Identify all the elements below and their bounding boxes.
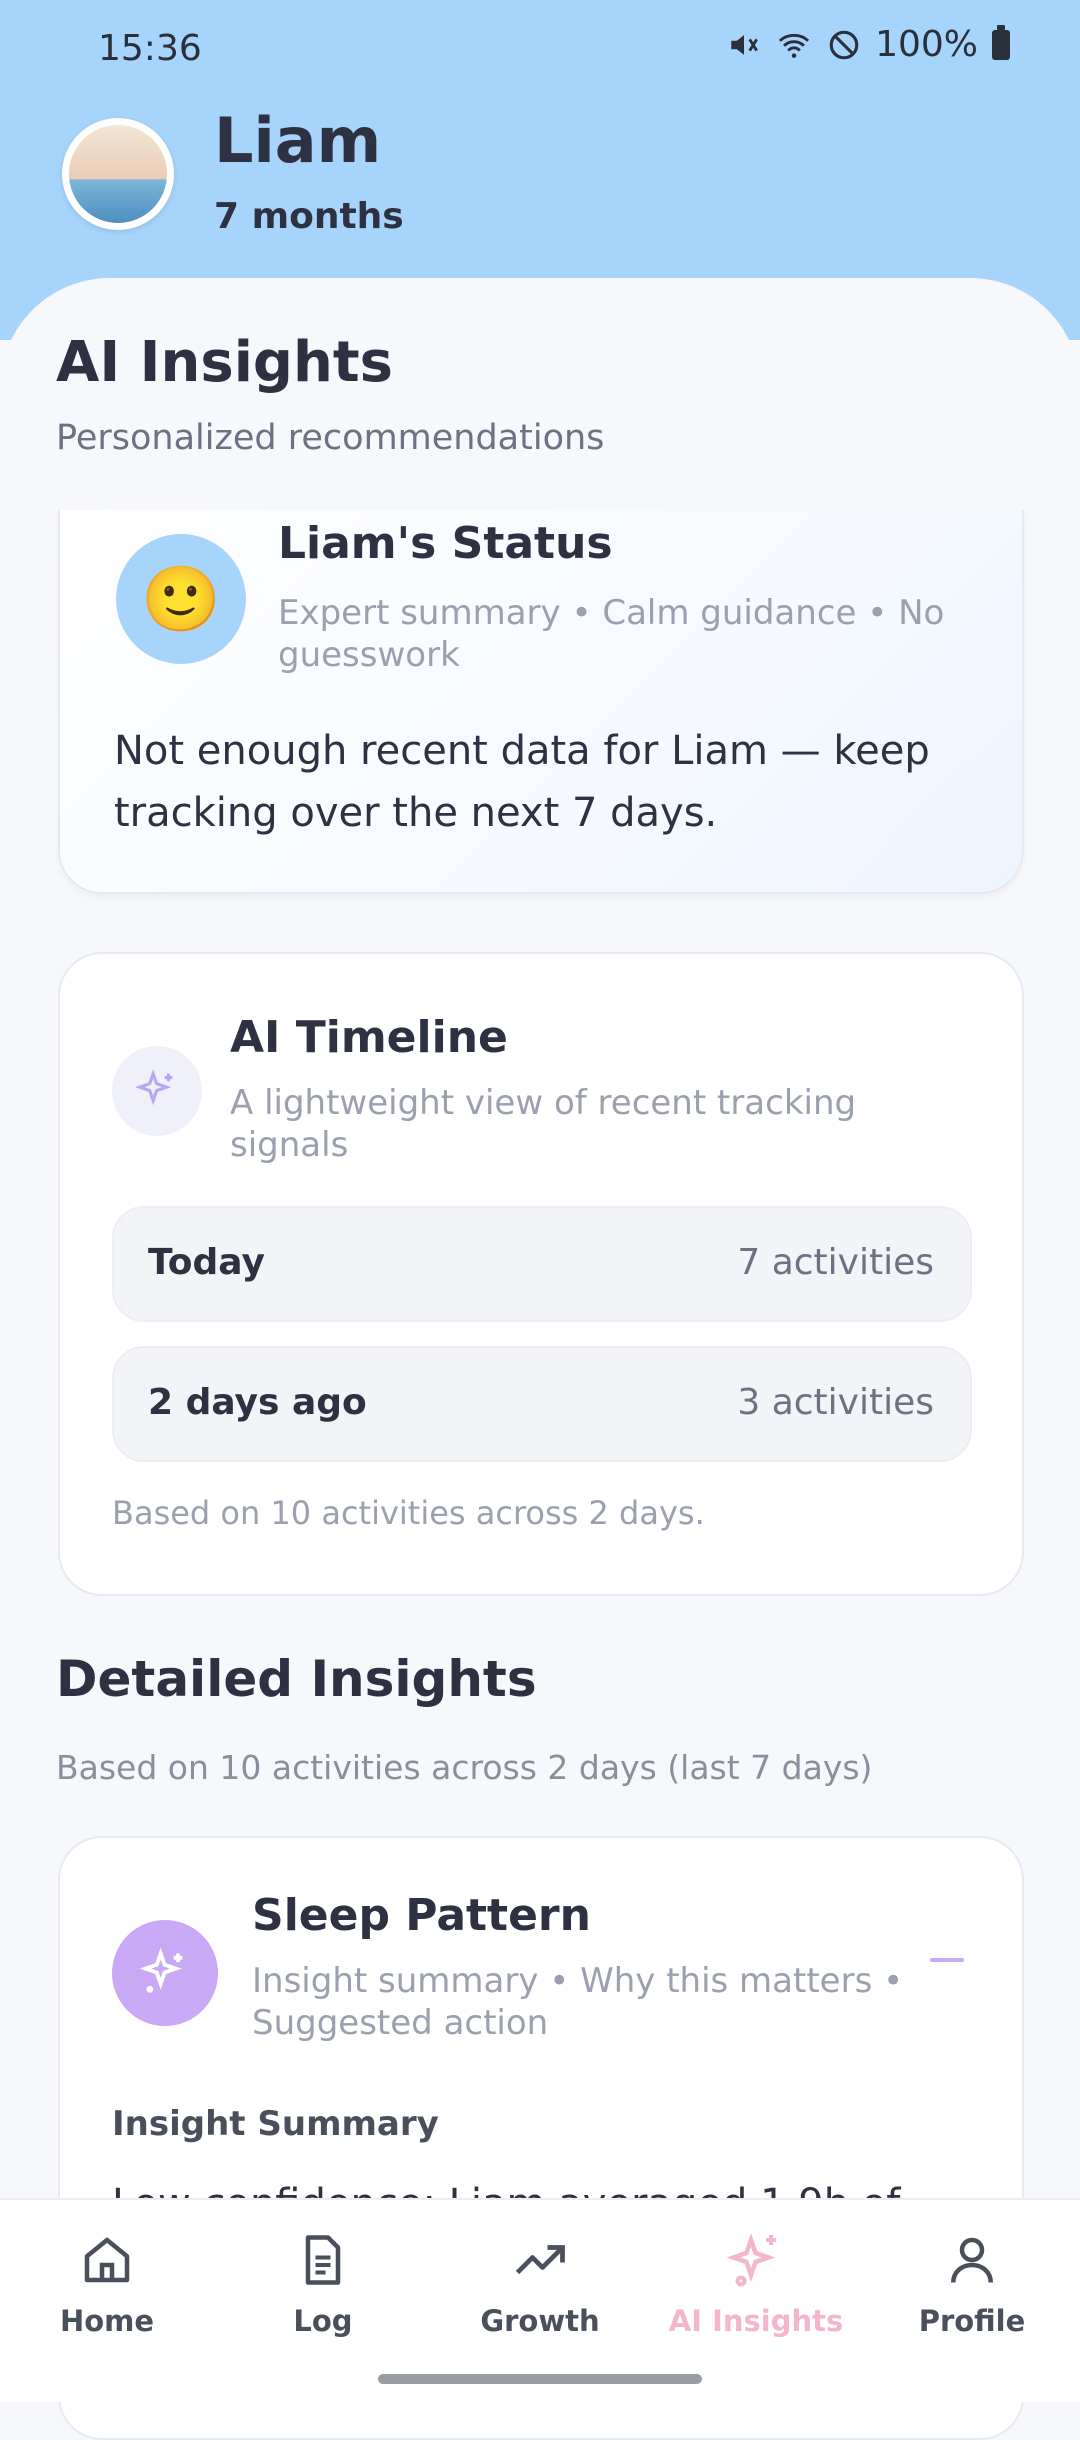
status-emoji-icon: 🙂 bbox=[116, 534, 246, 664]
timeline-row[interactable]: 2 days ago 3 activities bbox=[112, 1346, 972, 1462]
collapse-icon[interactable] bbox=[930, 1958, 964, 1962]
child-name: Liam bbox=[214, 104, 382, 177]
sleep-subtitle: Insight summary • Why this matters • Sug… bbox=[252, 1961, 904, 2043]
status-subtitle: Expert summary • Calm guidance • No gues… bbox=[278, 593, 945, 675]
document-icon bbox=[305, 2235, 341, 2285]
timeline-footer: Based on 10 activities across 2 days. bbox=[112, 1494, 705, 1532]
nav-item-log[interactable]: Log bbox=[233, 2230, 413, 2338]
sparkle-icon bbox=[112, 1920, 218, 2026]
child-age: 7 months bbox=[214, 196, 404, 237]
nav-item-profile[interactable]: Profile bbox=[882, 2230, 1062, 2338]
battery-icon bbox=[992, 24, 1010, 60]
timeline-card: AI Timeline A lightweight view of recent… bbox=[58, 952, 1024, 1596]
nav-label: AI Insights bbox=[668, 2304, 844, 2338]
timeline-row-label: Today bbox=[148, 1242, 265, 1283]
detailed-insights-title: Detailed Insights bbox=[56, 1650, 537, 1708]
status-icons: 100% bbox=[727, 24, 1010, 65]
status-title: Liam's Status bbox=[278, 518, 613, 569]
status-time: 15:36 bbox=[98, 28, 202, 69]
nav-item-home[interactable]: Home bbox=[17, 2230, 197, 2338]
sparkle-icon bbox=[112, 1046, 202, 1136]
status-bar: 15:36 100% bbox=[0, 24, 1080, 74]
timeline-row[interactable]: Today 7 activities bbox=[112, 1206, 972, 1322]
sparkle-icon bbox=[726, 2233, 776, 2287]
timeline-row-label: 2 days ago bbox=[148, 1382, 367, 1423]
nav-item-growth[interactable]: Growth bbox=[450, 2230, 630, 2338]
timeline-subtitle: A lightweight view of recent tracking si… bbox=[230, 1083, 857, 1165]
nav-label: Growth bbox=[480, 2304, 600, 2338]
nav-label: Log bbox=[293, 2304, 353, 2338]
nav-label: Home bbox=[59, 2304, 155, 2338]
person-icon bbox=[951, 2237, 993, 2283]
detailed-insights-subtitle: Based on 10 activities across 2 days (la… bbox=[56, 1748, 873, 1787]
block-icon bbox=[829, 30, 859, 59]
baby-photo bbox=[69, 125, 167, 223]
sleep-title: Sleep Pattern bbox=[252, 1890, 591, 1941]
status-body: Not enough recent data for Liam — keep t… bbox=[114, 728, 930, 836]
timeline-title: AI Timeline bbox=[230, 1012, 508, 1063]
avatar[interactable] bbox=[62, 118, 174, 230]
home-icon bbox=[84, 2237, 130, 2283]
wifi-icon bbox=[778, 33, 810, 58]
status-card: 🙂 Liam's Status Expert summary • Calm gu… bbox=[58, 510, 1024, 894]
timeline-row-value: 7 activities bbox=[737, 1242, 934, 1283]
nav-label: Profile bbox=[918, 2304, 1026, 2338]
home-indicator[interactable] bbox=[378, 2374, 702, 2384]
page-title: AI Insights bbox=[56, 330, 393, 395]
mute-icon bbox=[731, 34, 759, 55]
trend-icon bbox=[515, 2245, 565, 2275]
nav-item-ai-insights[interactable]: AI Insights bbox=[666, 2230, 846, 2338]
battery-percent: 100% bbox=[875, 24, 978, 65]
summary-label: Insight Summary bbox=[112, 2104, 439, 2144]
bottom-nav: Home Log Growth AI Insights Profile bbox=[0, 2198, 1080, 2402]
page-subtitle: Personalized recommendations bbox=[56, 418, 605, 458]
timeline-row-value: 3 activities bbox=[737, 1382, 934, 1423]
